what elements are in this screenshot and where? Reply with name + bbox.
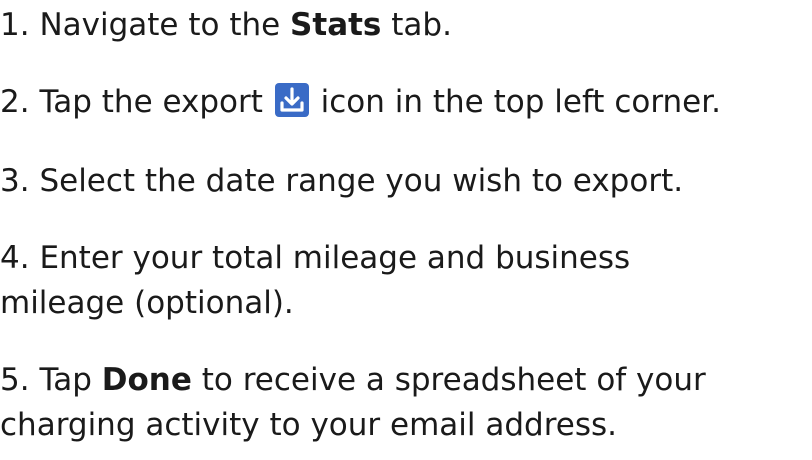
step-number: 2.: [0, 84, 30, 120]
step-text: charging activity to your email address.: [0, 407, 618, 443]
step-text: Select the date range you wish to export…: [39, 163, 684, 199]
step-4: 4. Enter your total mileage and business: [0, 237, 630, 280]
step-text: mileage (optional).: [0, 285, 294, 321]
step-3: 3. Select the date range you wish to exp…: [0, 160, 683, 203]
step-text: icon in the top left corner.: [310, 84, 722, 120]
step-text: Enter your total mileage and business: [39, 240, 631, 276]
step-number: 4.: [0, 240, 30, 276]
step-5: 5. Tap Done to receive a spreadsheet of …: [0, 359, 706, 402]
step-bold-text: Done: [101, 362, 192, 398]
step-text: to receive a spreadsheet of your: [191, 362, 706, 398]
step-text: Tap the export: [39, 84, 273, 120]
step-text: Tap: [39, 362, 102, 398]
step-5-continuation: charging activity to your email address.: [0, 404, 617, 447]
step-text: tab.: [381, 7, 452, 43]
step-number: 1.: [0, 7, 30, 43]
step-4-continuation: mileage (optional).: [0, 282, 294, 325]
step-number: 3.: [0, 163, 30, 199]
step-1: 1. Navigate to the Stats tab.: [0, 4, 452, 47]
step-bold-text: Stats: [290, 7, 382, 43]
step-number: 5.: [0, 362, 30, 398]
export-download-icon: [274, 83, 309, 117]
step-2: 2. Tap the export icon in the top left c…: [0, 81, 721, 124]
step-text: Navigate to the: [39, 7, 291, 43]
